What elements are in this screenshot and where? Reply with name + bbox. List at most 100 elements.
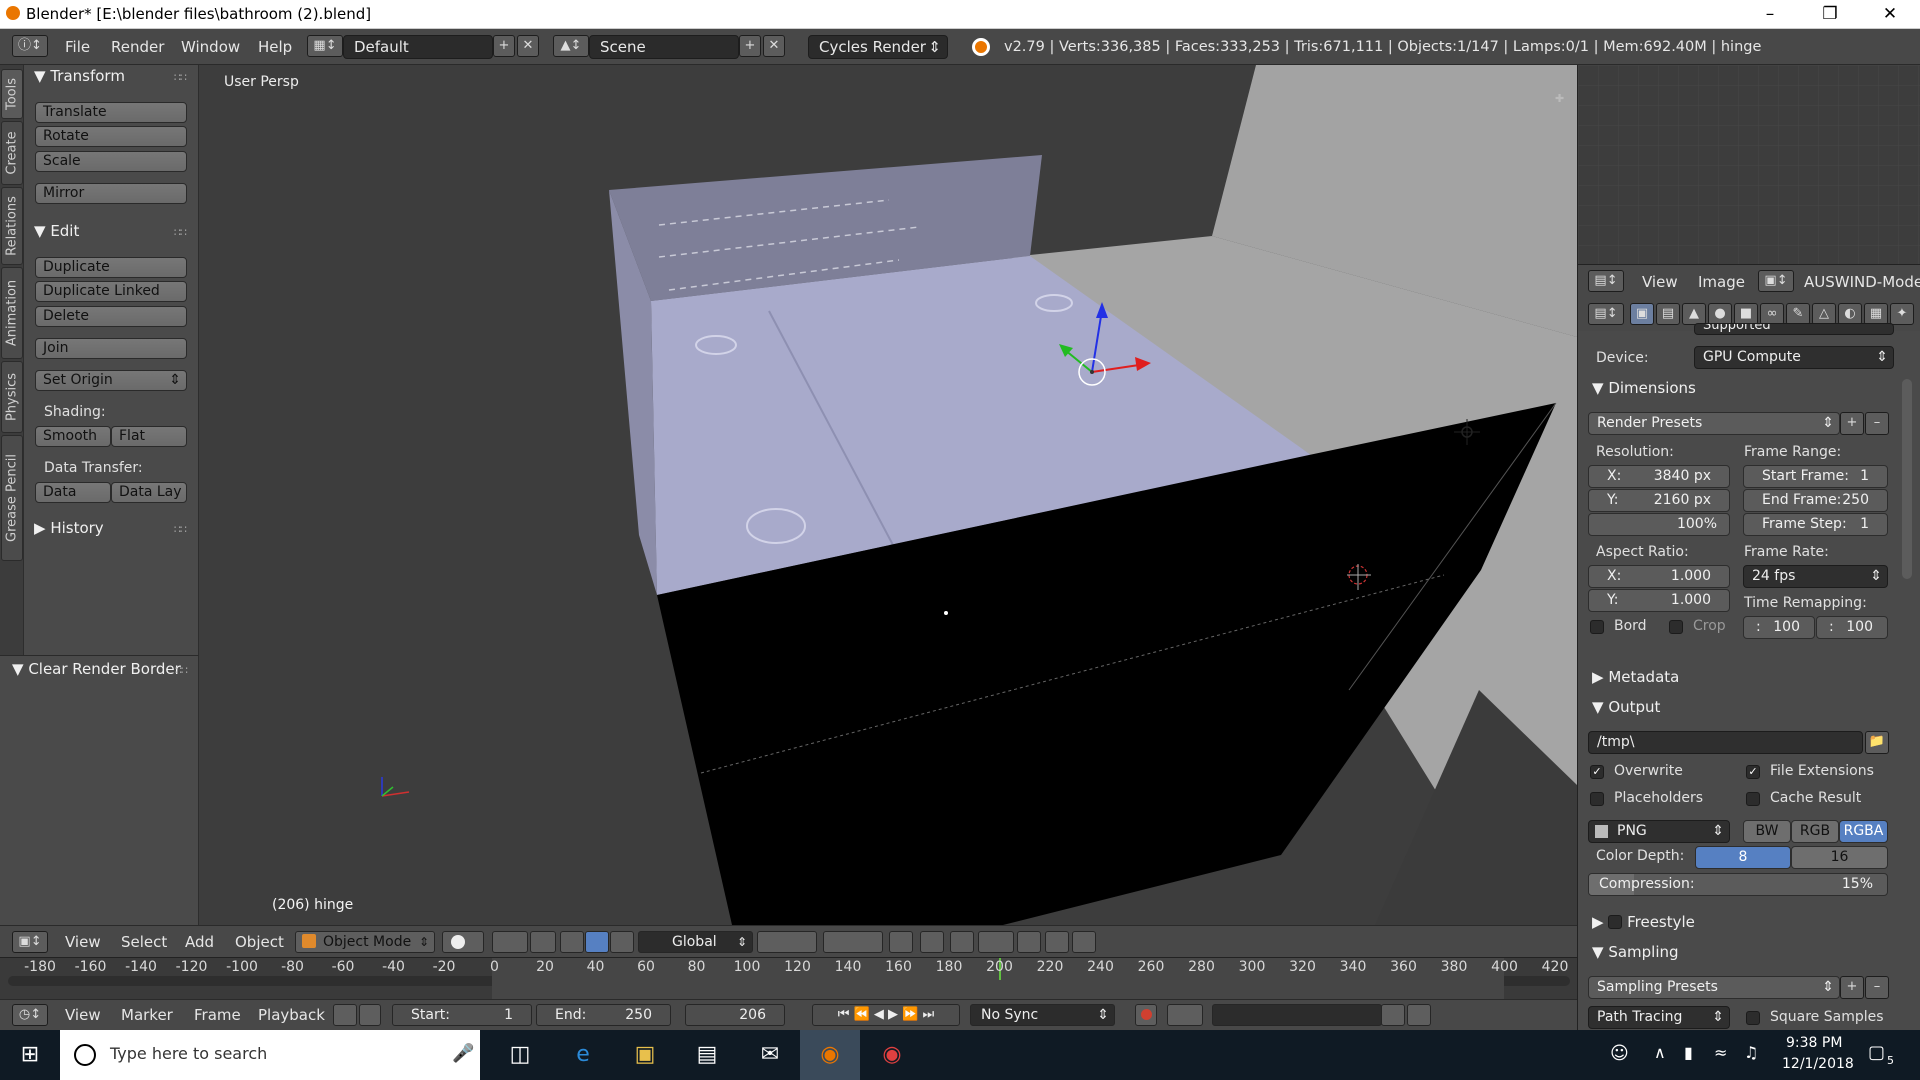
duplicate-linked-button[interactable]: Duplicate Linked (35, 281, 187, 302)
taskbar-search-box[interactable]: Type here to search 🎤 (60, 1030, 480, 1080)
render-layers-tab-icon[interactable]: ▤ (1656, 303, 1680, 325)
metadata-header[interactable]: ▶ Metadata (1592, 668, 1679, 686)
tab-animation[interactable]: Animation (1, 267, 23, 359)
constraints-tab-icon[interactable]: ∞ (1760, 303, 1784, 325)
color-depth-8-button[interactable]: 8 (1695, 846, 1791, 869)
drag-handle-icon[interactable]: ∷∷ (174, 71, 187, 84)
layers-grid-a[interactable] (757, 931, 817, 953)
remove-scene-icon[interactable]: ✕ (763, 35, 785, 57)
blender-taskbar-icon[interactable]: ◉ (800, 1030, 860, 1080)
compression-slider[interactable]: Compression: 15% (1588, 873, 1888, 896)
remove-layout-icon[interactable]: ✕ (517, 35, 539, 57)
tl-menu-frame[interactable]: Frame (194, 1000, 241, 1030)
scene-field[interactable]: Scene (589, 35, 739, 59)
vp-menu-object[interactable]: Object (235, 926, 284, 958)
playback-controls[interactable]: ⏮ ⏪ ◀ ▶ ⏩ ⏭ (812, 1004, 960, 1026)
add-layout-icon[interactable]: + (493, 35, 515, 57)
tab-grease-pencil[interactable]: Grease Pencil (1, 435, 23, 561)
color-bw-button[interactable]: BW (1743, 820, 1791, 843)
editor-type-icon[interactable]: ▣↕ (12, 931, 48, 953)
screen-layout-field[interactable]: Default (343, 35, 493, 59)
render-presets-select[interactable]: Render Presets ⇕ (1588, 412, 1840, 435)
feature-set-select[interactable]: Supported (1694, 323, 1894, 335)
mail-icon[interactable]: ✉ (740, 1030, 800, 1080)
remap-new-field[interactable]: :100 (1816, 616, 1888, 639)
tl-menu-playback[interactable]: Playback (258, 1000, 325, 1030)
integrator-select[interactable]: Path Tracing ⇕ (1588, 1006, 1730, 1029)
tl-menu-marker[interactable]: Marker (121, 1000, 173, 1030)
task-view-icon[interactable]: ◫ (490, 1030, 550, 1080)
tl-menu-view[interactable]: View (65, 1000, 101, 1030)
device-select[interactable]: GPU Compute ⇕ (1694, 346, 1894, 369)
freestyle-header[interactable]: ▶ Freestyle (1592, 913, 1695, 931)
texture-tab-icon[interactable]: ▦ (1864, 303, 1888, 325)
set-origin-dropdown[interactable]: Set Origin ⇕ (35, 370, 187, 391)
world-tab-icon[interactable]: ● (1708, 303, 1732, 325)
manipulator-toggle-icon[interactable] (530, 931, 556, 953)
freestyle-checkbox[interactable] (1608, 915, 1623, 929)
record-icon[interactable] (1135, 1004, 1157, 1026)
action-center-icon[interactable]: ▢ (1868, 1042, 1885, 1063)
proportional-edit-icon[interactable] (920, 931, 944, 953)
folder-icon[interactable]: 📁 (1865, 731, 1889, 754)
file-extensions-checkbox[interactable]: ✓ (1746, 765, 1760, 779)
shading-mode-icon[interactable] (442, 931, 484, 953)
drag-handle-icon[interactable]: ∷∷ (174, 523, 187, 536)
resolution-y-field[interactable]: Y: 2160 px (1588, 489, 1730, 512)
translate-button[interactable]: Translate (35, 102, 187, 123)
orientation-select[interactable]: Global ⇕ (638, 931, 753, 953)
placeholders-checkbox[interactable] (1590, 792, 1604, 806)
region-toggle-icon[interactable]: ✚ (1555, 92, 1564, 105)
volume-icon[interactable]: ♫ (1744, 1043, 1758, 1062)
flat-button[interactable]: Flat (111, 426, 187, 447)
add-sampling-preset-icon[interactable]: + (1840, 976, 1864, 999)
modifiers-tab-icon[interactable]: ✎ (1786, 303, 1810, 325)
menu-help[interactable]: Help (258, 29, 292, 65)
drag-handle-icon[interactable]: ∷∷ (174, 226, 187, 239)
timeline-editor-icon[interactable]: ◷↕ (12, 1004, 48, 1026)
wifi-icon[interactable]: ≈ (1714, 1043, 1727, 1062)
mode-select[interactable]: Object Mode ⇕ (295, 931, 435, 953)
keying-icon[interactable] (1167, 1004, 1203, 1026)
data-button[interactable]: Data (35, 482, 111, 503)
color-rgb-button[interactable]: RGB (1791, 820, 1839, 843)
sync-select[interactable]: No Sync ⇕ (970, 1004, 1115, 1026)
join-button[interactable]: Join (35, 338, 187, 359)
duplicate-button[interactable]: Duplicate (35, 257, 187, 278)
scale-manipulator-icon[interactable] (610, 931, 634, 953)
remove-preset-icon[interactable]: – (1865, 412, 1889, 435)
current-frame-field[interactable]: 206 (685, 1004, 785, 1026)
resolution-percentage-field[interactable]: 100% (1588, 513, 1730, 536)
vp-menu-add[interactable]: Add (185, 926, 214, 958)
people-icon[interactable]: ☺ (1610, 1043, 1629, 1064)
battery-icon[interactable]: ▮ (1684, 1043, 1693, 1062)
clock-time[interactable]: 9:38 PM (1786, 1035, 1842, 1051)
minimize-icon[interactable]: – (1740, 0, 1800, 29)
object-tab-icon[interactable]: ■ (1734, 303, 1758, 325)
translate-manipulator-icon[interactable] (560, 931, 584, 953)
menu-render[interactable]: Render (111, 29, 164, 65)
3d-viewport[interactable] (199, 65, 1577, 925)
close-icon[interactable]: ✕ (1860, 0, 1920, 29)
info-editor-type-icon[interactable]: ⓘ↕ (12, 35, 48, 57)
smooth-button[interactable]: Smooth (35, 426, 111, 447)
add-preset-icon[interactable]: + (1840, 412, 1864, 435)
image-browse-icon[interactable]: ▣↕ (1758, 270, 1794, 292)
show-hidden-icons[interactable]: ∧ (1654, 1043, 1666, 1062)
tab-relations[interactable]: Relations (1, 187, 23, 265)
cache-result-checkbox[interactable] (1746, 792, 1760, 806)
vp-menu-view[interactable]: View (65, 926, 101, 958)
sampling-header[interactable]: ▼ Sampling (1592, 943, 1679, 961)
store-icon[interactable]: ▤ (677, 1030, 737, 1080)
transform-panel-header[interactable]: ▼ Transform (34, 67, 125, 85)
rotate-manipulator-icon[interactable] (585, 931, 609, 953)
resolution-x-field[interactable]: X: 3840 px (1588, 465, 1730, 488)
file-format-select[interactable]: PNG ⇕ (1588, 820, 1730, 843)
start-frame-field[interactable]: Start: 1 (392, 1004, 532, 1026)
drag-handle-icon[interactable]: ∷∷ (175, 664, 188, 677)
insert-keyframe-icon[interactable] (1381, 1004, 1405, 1026)
edge-browser-icon[interactable]: e (553, 1030, 613, 1080)
mirror-button[interactable]: Mirror (35, 183, 187, 204)
particles-tab-icon[interactable]: ✦ (1890, 303, 1914, 325)
add-scene-icon[interactable]: + (739, 35, 761, 57)
